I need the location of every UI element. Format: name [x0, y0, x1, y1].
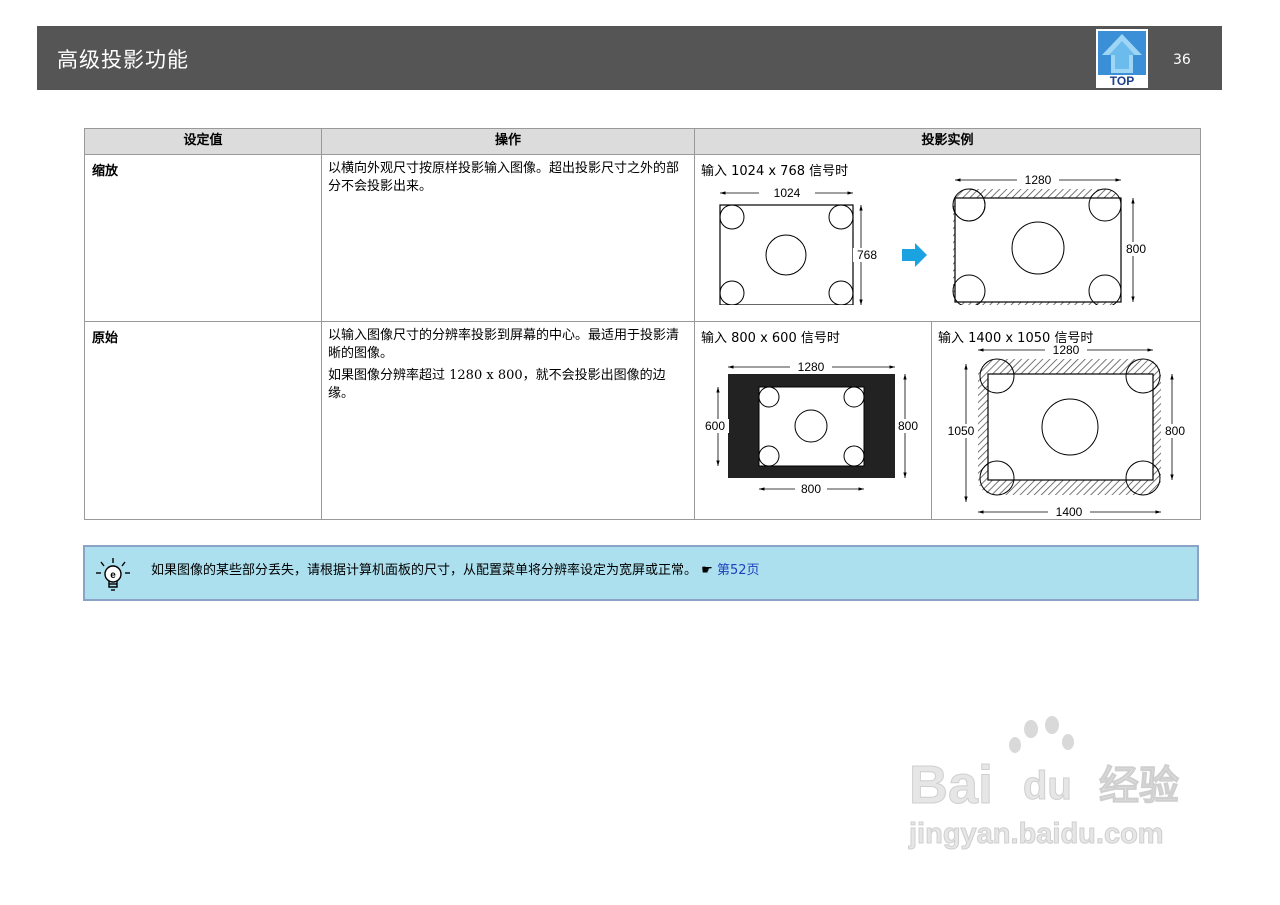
screen-width-label: 1280	[798, 360, 825, 374]
note-text: 如果图像的某些部分丢失，请根据计算机面板的尺寸，从配置菜单将分辨率设定为宽屏或正…	[151, 563, 698, 578]
operation-cell: 以输入图像尺寸的分辨率投影到屏幕的中心。最适用于投影清晰的图像。 如果图像分辨率…	[321, 321, 695, 520]
operation-cell: 以横向外观尺寸按原样投影输入图像。超出投影尺寸之外的部分不会投影出来。	[321, 154, 695, 322]
table-row: 原始 以输入图像尺寸的分辨率投影到屏幕的中心。最适用于投影清晰的图像。 如果图像…	[84, 321, 1202, 520]
settings-table: 设定值 操作 投影实例 缩放 以横向外观尺寸按原样投影输入图像。超出投影尺寸之外…	[84, 128, 1202, 520]
input-frame	[719, 204, 854, 305]
image-width-label: 1400	[1056, 505, 1083, 518]
setting-cell: 原始	[84, 321, 322, 520]
output-height-label: 800	[1126, 242, 1146, 256]
input-width-label: 1024	[774, 186, 801, 200]
page-header: 高级投影功能 TOP 36	[37, 26, 1222, 90]
screen-frame	[987, 373, 1154, 481]
table-row: 缩放 以横向外观尺寸按原样投影输入图像。超出投影尺寸之外的部分不会投影出来。 输…	[84, 154, 1202, 322]
screen-height-label: 800	[1165, 424, 1185, 438]
watermark-brand-b: du	[1023, 764, 1072, 808]
image-frame	[758, 386, 865, 467]
right-arrow-icon	[902, 243, 927, 267]
top-icon[interactable]: TOP	[1096, 29, 1148, 88]
screen-width-label: 1280	[1053, 343, 1080, 357]
baidu-watermark: Bai du 经验 jingyan.baidu.com	[908, 716, 1180, 851]
watermark-brand-c: 经验	[1099, 763, 1179, 809]
image-height-label: 600	[705, 419, 725, 433]
column-header-setting: 设定值	[84, 128, 322, 155]
note-text-line: 如果图像的某些部分丢失，请根据计算机面板的尺寸，从配置菜单将分辨率设定为宽屏或正…	[151, 559, 760, 578]
page-link[interactable]: 第52页	[717, 563, 760, 578]
page-number: 36	[1173, 52, 1191, 68]
table-header-row: 设定值 操作 投影实例	[84, 128, 1202, 155]
watermark-url: jingyan.baidu.com	[908, 818, 1164, 850]
example-label: 输入 800 x 600 信号时	[701, 331, 840, 346]
column-header-example: 投影实例	[693, 128, 1202, 155]
input-height-label: 768	[857, 248, 877, 262]
example-cell: 输入 800 x 600 信号时 1280 600 800 800	[694, 321, 932, 520]
tip-note: e 如果图像的某些部分丢失，请根据计算机面板的尺寸，从配置菜单将分辨率设定为宽屏…	[83, 545, 1199, 601]
svg-text:e: e	[110, 570, 116, 581]
column-header-operation: 操作	[321, 128, 695, 155]
image-height-label: 1050	[948, 424, 975, 438]
operation-text: 如果图像分辨率超过 1280 x 800，就不会投影出图像的边缘。	[328, 368, 666, 401]
example-cell: 输入 1024 x 768 信号时 1024 768 1280 800	[693, 154, 1202, 322]
lightbulb-icon: e	[96, 558, 130, 591]
image-width-label: 800	[801, 482, 821, 496]
output-frame	[954, 197, 1122, 303]
output-width-label: 1280	[1025, 175, 1052, 187]
setting-cell: 缩放	[84, 154, 322, 322]
operation-text: 以输入图像尺寸的分辨率投影到屏幕的中心。最适用于投影清晰的图像。	[328, 328, 680, 361]
pointer-icon: ☛	[701, 563, 713, 578]
zoom-diagram: 1024 768 1280 800	[719, 175, 1151, 305]
screen-height-label: 800	[898, 419, 918, 433]
page-title: 高级投影功能	[57, 48, 189, 72]
example-cell: 输入 1400 x 1050 信号时 1280 1050 800 1400	[930, 321, 1202, 520]
top-label: TOP	[1110, 74, 1134, 88]
original-large-diagram: 1280 1050 800 1400	[944, 343, 1190, 518]
operation-text: 以横向外观尺寸按原样投影输入图像。超出投影尺寸之外的部分不会投影出来。	[328, 161, 680, 194]
original-small-diagram: 1280 600 800 800	[701, 360, 923, 496]
watermark-brand-a: Bai	[909, 755, 993, 815]
